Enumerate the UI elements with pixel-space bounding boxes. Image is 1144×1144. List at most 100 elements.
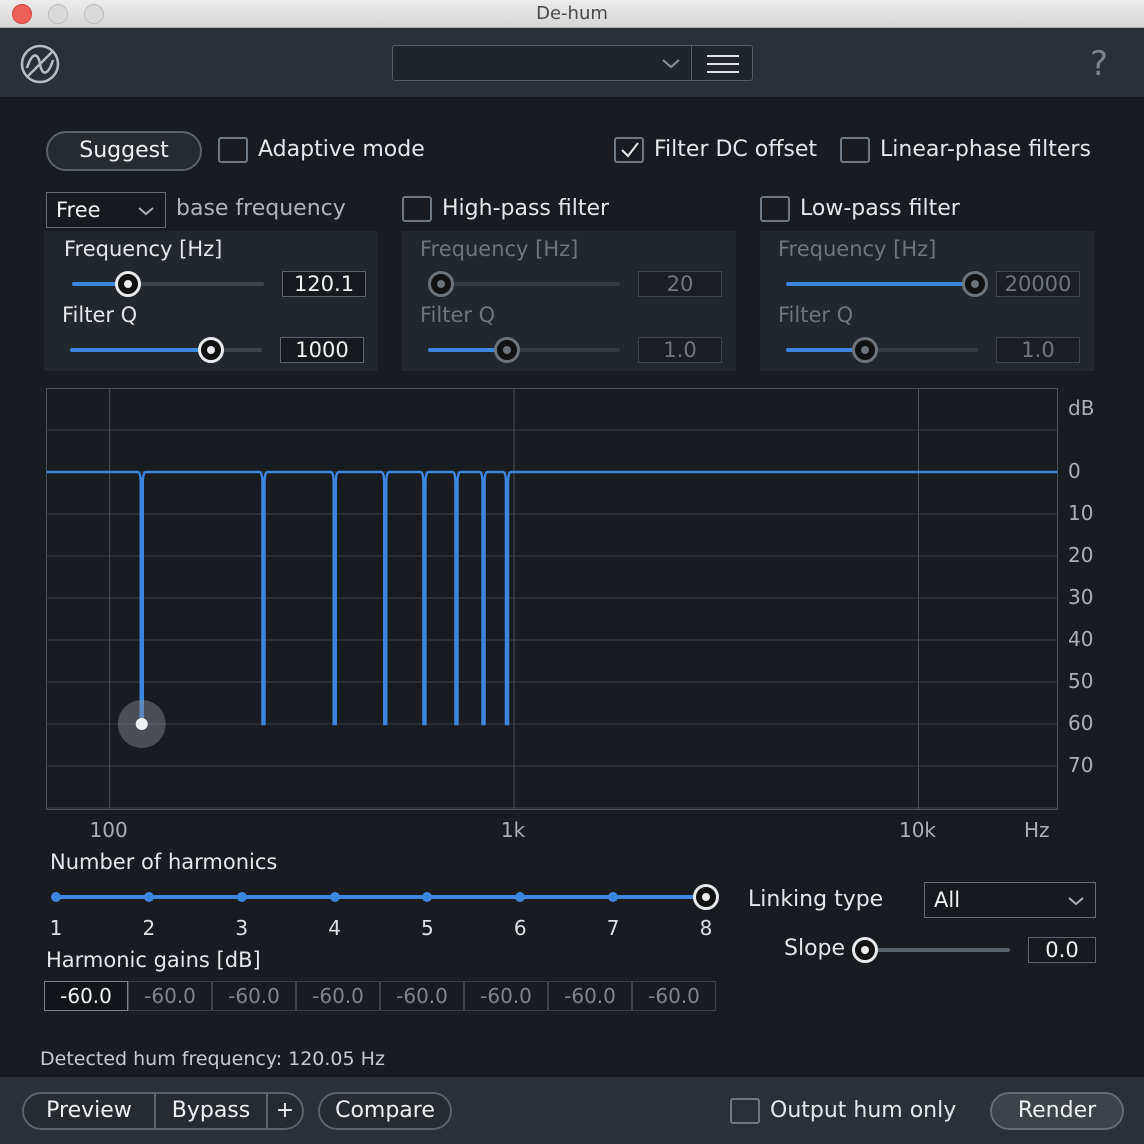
harmonics-step-dot[interactable]	[51, 892, 61, 902]
slider-knob[interactable]	[198, 337, 224, 363]
output-hum-only-checkbox[interactable]	[730, 1098, 760, 1124]
low-pass-label: Low-pass filter	[800, 196, 960, 221]
base-frequency-value[interactable]: 120.1	[282, 271, 366, 297]
x-tick-label: 1k	[500, 818, 526, 842]
base-frequency-slider[interactable]	[72, 271, 264, 297]
base-frequency-mode-dropdown[interactable]: Free	[46, 192, 166, 228]
base-frequency-label: Frequency [Hz]	[64, 237, 223, 261]
y-tick-label: 10	[1068, 501, 1094, 525]
output-hum-only-label: Output hum only	[770, 1098, 957, 1123]
harmonics-step-dot[interactable]	[236, 892, 247, 902]
slider-fill	[786, 282, 975, 286]
harmonic-number-label: 6	[513, 916, 527, 940]
y-tick-label: 20	[1068, 543, 1094, 567]
low-pass-frequency-value[interactable]: 20000	[996, 271, 1080, 297]
low-pass-checkbox[interactable]	[760, 196, 790, 222]
filter-response-graph[interactable]	[46, 388, 1058, 810]
bypass-button[interactable]: Bypass	[154, 1092, 268, 1130]
y-tick-label: 60	[1068, 711, 1094, 735]
high-pass-q-slider[interactable]	[428, 337, 620, 363]
harmonic-number-label: 2	[142, 916, 156, 940]
number-of-harmonics-slider[interactable]	[51, 884, 719, 910]
high-pass-frequency-label: Frequency [Hz]	[420, 237, 579, 261]
low-pass-q-value[interactable]: 1.0	[996, 337, 1080, 363]
compare-button[interactable]: Compare	[318, 1092, 452, 1130]
chevron-down-icon	[662, 59, 680, 69]
preset-dropdown[interactable]	[392, 45, 692, 81]
y-tick-label: 70	[1068, 753, 1094, 777]
high-pass-label: High-pass filter	[442, 196, 610, 221]
slider-knob[interactable]	[428, 271, 454, 297]
linking-type-value: All	[934, 888, 961, 912]
detected-hum-frequency: Detected hum frequency: 120.05 Hz	[40, 1048, 385, 1070]
linear-phase-label: Linear-phase filters	[880, 137, 1091, 162]
window-title: De-hum	[536, 3, 608, 24]
low-pass-panel: Frequency [Hz] 20000 Filter Q 1.0	[760, 231, 1094, 371]
high-pass-frequency-slider[interactable]	[428, 271, 620, 297]
harmonic-gain-field[interactable]: -60.0	[548, 981, 632, 1011]
harmonics-step-dot[interactable]	[515, 892, 526, 902]
base-q-value[interactable]: 1000	[280, 337, 364, 363]
harmonic-gain-field[interactable]: -60.0	[632, 981, 716, 1011]
linear-phase-checkbox[interactable]	[840, 137, 870, 163]
high-pass-frequency-value[interactable]: 20	[638, 271, 722, 297]
y-unit-label: dB	[1068, 396, 1095, 420]
harmonic-gain-field[interactable]: -60.0	[464, 981, 548, 1011]
chevron-down-icon	[138, 207, 154, 216]
harmonics-slider-knob[interactable]	[693, 884, 719, 910]
adaptive-mode-label: Adaptive mode	[258, 137, 425, 162]
low-pass-q-label: Filter Q	[778, 303, 854, 327]
high-pass-q-value[interactable]: 1.0	[638, 337, 722, 363]
checkmark-icon	[621, 142, 639, 158]
harmonics-step-dot[interactable]	[329, 892, 340, 902]
slope-value[interactable]: 0.0	[1028, 937, 1096, 963]
adaptive-mode-checkbox[interactable]	[218, 137, 248, 163]
y-tick-label: 50	[1068, 669, 1094, 693]
filter-response-plot	[47, 389, 1057, 809]
slope-label: Slope	[784, 936, 846, 961]
low-pass-frequency-label: Frequency [Hz]	[778, 237, 937, 261]
render-button[interactable]: Render	[990, 1092, 1124, 1130]
harmonic-number-label: 1	[49, 916, 63, 940]
linking-type-dropdown[interactable]: All	[924, 882, 1096, 918]
high-pass-q-label: Filter Q	[420, 303, 496, 327]
add-bypass-button[interactable]: +	[266, 1092, 304, 1130]
harmonic-gain-field[interactable]: -60.0	[44, 981, 128, 1011]
harmonic-number-label: 4	[328, 916, 341, 940]
base-frequency-panel: Frequency [Hz] 120.1 Filter Q 1000	[44, 231, 378, 371]
slider-knob[interactable]	[962, 271, 988, 297]
harmonic-number-label: 5	[421, 916, 434, 940]
filter-dc-offset-label: Filter DC offset	[654, 137, 818, 162]
harmonics-step-dot[interactable]	[422, 892, 433, 902]
filter-dc-offset-checkbox[interactable]	[614, 137, 644, 163]
high-pass-checkbox[interactable]	[402, 196, 432, 222]
y-tick-label: 40	[1068, 627, 1094, 651]
suggest-button[interactable]: Suggest	[46, 131, 202, 171]
slider-knob[interactable]	[115, 271, 141, 297]
preset-menu-button[interactable]	[691, 45, 753, 81]
slider-knob[interactable]	[494, 337, 520, 363]
base-frequency-caption: base frequency	[176, 196, 346, 221]
dehum-logo-icon[interactable]	[18, 42, 62, 86]
x-unit-label: Hz	[1024, 818, 1050, 842]
linking-type-label: Linking type	[748, 887, 884, 912]
harmonics-step-dot[interactable]	[143, 892, 154, 902]
harmonic-number-label: 7	[606, 916, 620, 940]
help-button[interactable]: ?	[1090, 44, 1108, 84]
base-q-label: Filter Q	[62, 303, 138, 327]
base-q-slider[interactable]	[70, 337, 262, 363]
slope-slider[interactable]	[852, 937, 1010, 963]
harmonic-gain-field[interactable]: -60.0	[380, 981, 464, 1011]
x-tick-label: 10k	[898, 818, 937, 842]
chevron-down-icon	[1068, 897, 1084, 906]
harmonic-gain-field[interactable]: -60.0	[296, 981, 380, 1011]
harmonics-step-dot[interactable]	[608, 892, 619, 902]
harmonic-gain-field[interactable]: -60.0	[128, 981, 212, 1011]
base-mode-value: Free	[56, 198, 101, 222]
y-tick-label: 0	[1068, 459, 1081, 483]
low-pass-frequency-slider[interactable]	[786, 271, 988, 297]
slider-knob[interactable]	[852, 337, 878, 363]
low-pass-q-slider[interactable]	[786, 337, 978, 363]
preview-button[interactable]: Preview	[22, 1092, 156, 1130]
harmonic-gain-field[interactable]: -60.0	[212, 981, 296, 1011]
